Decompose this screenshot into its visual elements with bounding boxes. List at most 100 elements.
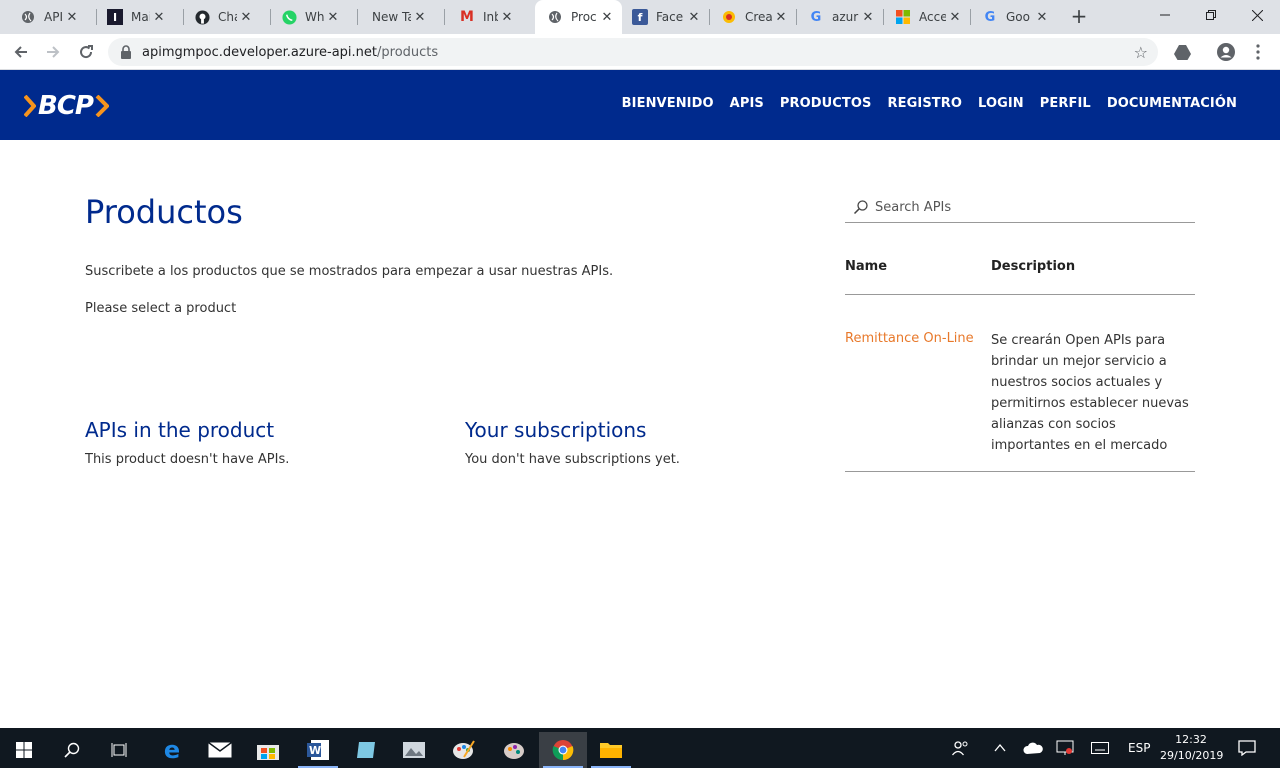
- tab-title: New Tab: [372, 10, 411, 24]
- tab-facebook[interactable]: f Face ✕: [622, 0, 709, 34]
- globe-icon: [547, 9, 563, 25]
- minimize-icon[interactable]: [1142, 0, 1188, 30]
- file-explorer-icon[interactable]: [587, 732, 635, 768]
- tab-api-management[interactable]: API M ✕: [0, 0, 87, 34]
- account-icon[interactable]: [1214, 40, 1238, 64]
- close-icon[interactable]: ✕: [63, 10, 81, 25]
- language-indicator[interactable]: ESP: [1128, 728, 1150, 768]
- close-icon[interactable]: ✕: [598, 10, 616, 25]
- search-apis-input[interactable]: [875, 199, 1175, 215]
- logo-text: BCP: [38, 91, 94, 121]
- tab-create[interactable]: Crea ✕: [709, 0, 796, 34]
- search-icon[interactable]: [48, 732, 96, 768]
- logo-chevron-right-icon: [95, 95, 109, 117]
- keyboard-icon[interactable]: [1091, 728, 1109, 768]
- facebook-icon: f: [632, 9, 648, 25]
- github-icon: [194, 9, 210, 25]
- close-icon[interactable]: ✕: [411, 10, 429, 25]
- people-icon[interactable]: [952, 728, 970, 768]
- lock-icon: [121, 45, 131, 59]
- bcp-logo[interactable]: BCP: [24, 91, 109, 121]
- subscriptions-empty-message: You don't have subscriptions yet.: [465, 452, 680, 467]
- select-product-message: Please select a product: [85, 301, 237, 316]
- nav-login[interactable]: LOGIN: [978, 96, 1024, 111]
- store-icon[interactable]: [244, 732, 292, 768]
- page-title: Productos: [85, 193, 243, 231]
- back-arrow-icon[interactable]: [9, 40, 33, 64]
- window-close-icon[interactable]: [1234, 0, 1280, 30]
- tab-whatsapp[interactable]: Wha ✕: [261, 0, 348, 34]
- product-description: Se crearán Open APIs para brindar un mej…: [991, 333, 1189, 453]
- windows-taskbar: e W ESP 12:32 29/10/2019: [0, 728, 1280, 768]
- restore-icon[interactable]: [1188, 0, 1234, 30]
- windows-start-icon[interactable]: [0, 732, 48, 768]
- close-icon[interactable]: ✕: [150, 10, 168, 25]
- tab-azure-search[interactable]: G azur ✕: [796, 0, 883, 34]
- new-tab-icon[interactable]: +: [1068, 5, 1090, 29]
- browser-toolbar: apimgmpoc.developer.azure-api.net/produc…: [0, 34, 1280, 70]
- column-header-name: Name: [845, 259, 888, 274]
- mail-icon[interactable]: [196, 732, 244, 768]
- tab-products-active[interactable]: Proc ✕: [535, 0, 622, 34]
- bookmark-star-icon[interactable]: ☆: [1134, 43, 1148, 62]
- nav-bienvenido[interactable]: BIENVENIDO: [622, 96, 714, 111]
- clock-time: 12:32: [1175, 733, 1207, 746]
- paint-app-icon[interactable]: [440, 732, 488, 768]
- chrome-icon[interactable]: [539, 732, 587, 768]
- product-link-remittance[interactable]: Remittance On-Line: [845, 331, 974, 346]
- close-icon[interactable]: ✕: [324, 10, 342, 25]
- onedrive-icon[interactable]: [1023, 728, 1043, 768]
- drive-extension-icon[interactable]: [1170, 40, 1194, 64]
- site-header: BCP BIENVENIDO APIS PRODUCTOS REGISTRO L…: [0, 70, 1280, 140]
- logo-chevron-left-icon: [24, 95, 36, 117]
- notes-app-icon[interactable]: [342, 732, 390, 768]
- address-bar[interactable]: apimgmpoc.developer.azure-api.net/produc…: [108, 38, 1158, 66]
- page-lead-text: Suscribete a los productos que se mostra…: [85, 264, 614, 279]
- tab-title: Inbo: [483, 10, 498, 24]
- nav-registro[interactable]: REGISTRO: [888, 96, 963, 111]
- nav-perfil[interactable]: PERFIL: [1040, 96, 1091, 111]
- close-icon[interactable]: ✕: [1033, 10, 1051, 25]
- menu-dots-icon[interactable]: [1246, 40, 1270, 64]
- tab-new-tab[interactable]: New Tab ✕: [348, 0, 435, 34]
- apis-section-title: APIs in the product: [85, 418, 275, 442]
- search-icon: [853, 200, 868, 215]
- close-icon[interactable]: ✕: [946, 10, 964, 25]
- close-icon[interactable]: ✕: [685, 10, 703, 25]
- tab-title: Goo: [1006, 10, 1030, 24]
- globe-icon: [20, 9, 36, 25]
- search-box: [845, 192, 1195, 223]
- close-icon[interactable]: ✕: [237, 10, 255, 25]
- close-icon[interactable]: ✕: [772, 10, 790, 25]
- tab-title: API M: [44, 10, 63, 24]
- chevron-up-icon[interactable]: [994, 728, 1006, 768]
- word-icon[interactable]: W: [294, 732, 342, 768]
- paint-3d-icon[interactable]: [490, 732, 538, 768]
- gmail-icon: M: [460, 9, 474, 25]
- tab-title: Mail: [131, 10, 150, 24]
- nav-productos[interactable]: PRODUCTOS: [780, 96, 872, 111]
- tab-github[interactable]: Char ✕: [174, 0, 261, 34]
- tab-title: Wha: [305, 10, 324, 24]
- forward-arrow-icon[interactable]: [41, 40, 65, 64]
- system-clock[interactable]: 12:32 29/10/2019: [1160, 732, 1224, 764]
- tab-google[interactable]: G Goo ✕: [970, 0, 1057, 34]
- close-icon[interactable]: ✕: [859, 10, 877, 25]
- reload-icon[interactable]: [74, 40, 98, 64]
- close-icon[interactable]: ✕: [498, 10, 516, 25]
- edge-icon[interactable]: e: [148, 732, 196, 768]
- nav-apis[interactable]: APIS: [730, 96, 764, 111]
- column-header-description: Description: [991, 259, 1076, 274]
- tab-access[interactable]: Acce ✕: [883, 0, 970, 34]
- google-icon: G: [984, 9, 996, 25]
- network-icon[interactable]: [1056, 728, 1074, 768]
- task-view-icon[interactable]: [96, 732, 144, 768]
- clock-date: 29/10/2019: [1160, 749, 1224, 762]
- photo-viewer-icon[interactable]: [390, 732, 438, 768]
- whatsapp-icon: [281, 9, 297, 25]
- tab-mail[interactable]: I Mail ✕: [87, 0, 174, 34]
- nav-documentacion[interactable]: DOCUMENTACIÓN: [1107, 96, 1237, 111]
- notifications-icon[interactable]: [1238, 728, 1256, 768]
- main-nav: BIENVENIDO APIS PRODUCTOS REGISTRO LOGIN…: [606, 96, 1237, 111]
- tab-gmail[interactable]: M Inbo ✕: [435, 0, 522, 34]
